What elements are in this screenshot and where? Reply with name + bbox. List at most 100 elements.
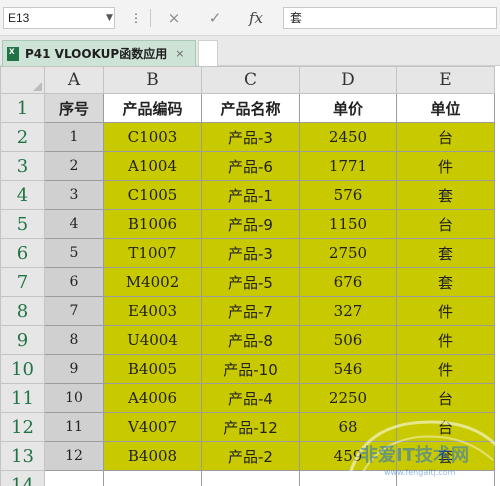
cell-name[interactable]: 产品-4 [201, 383, 300, 413]
cell-unit[interactable]: 套 [396, 267, 495, 297]
cell-name[interactable]: 产品-3 [201, 238, 300, 268]
row-header[interactable]: 1 [0, 93, 45, 123]
cell-seq[interactable]: 4 [44, 209, 104, 239]
cell-code[interactable]: V4007 [103, 412, 202, 442]
header-cell-seq[interactable]: 序号 [44, 93, 104, 123]
cell-code[interactable]: B1006 [103, 209, 202, 239]
row-header[interactable]: 13 [0, 441, 45, 471]
cell-seq[interactable]: 11 [44, 412, 104, 442]
cell-price[interactable]: 68 [299, 412, 397, 442]
close-icon[interactable]: × [175, 47, 184, 60]
insert-function-icon[interactable]: fx [243, 7, 269, 29]
cell-price[interactable]: 1771 [299, 151, 397, 181]
cell-seq[interactable]: 6 [44, 267, 104, 297]
cell-unit[interactable]: 台 [396, 122, 495, 152]
cell-unit[interactable]: 套 [396, 441, 495, 471]
cell-unit[interactable]: 套 [396, 238, 495, 268]
cell-name[interactable]: 产品-2 [201, 441, 300, 471]
more-options-icon[interactable]: ⋮ [129, 7, 143, 29]
cell-code[interactable]: U4004 [103, 325, 202, 355]
header-cell-price[interactable]: 单价 [299, 93, 397, 123]
row-header[interactable]: 6 [0, 238, 45, 268]
cell-name[interactable]: 产品-1 [201, 180, 300, 210]
cell-seq[interactable]: 12 [44, 441, 104, 471]
cell-seq[interactable]: 2 [44, 151, 104, 181]
cell-price[interactable]: 327 [299, 296, 397, 326]
tab-workbook[interactable]: P41 VLOOKUP函数应用 × [2, 40, 196, 66]
cell-seq[interactable]: 7 [44, 296, 104, 326]
empty-cell[interactable] [103, 470, 202, 486]
cell-name[interactable]: 产品-10 [201, 354, 300, 384]
column-header-c[interactable]: C [201, 66, 300, 94]
column-header-e[interactable]: E [396, 66, 495, 94]
cell-price[interactable]: 506 [299, 325, 397, 355]
cell-code[interactable]: C1003 [103, 122, 202, 152]
row-header[interactable]: 11 [0, 383, 45, 413]
confirm-icon[interactable]: ✓ [202, 7, 228, 29]
cell-seq[interactable]: 5 [44, 238, 104, 268]
cell-price[interactable]: 576 [299, 180, 397, 210]
cell-price[interactable]: 459 [299, 441, 397, 471]
cell-seq[interactable]: 9 [44, 354, 104, 384]
cell-seq[interactable]: 8 [44, 325, 104, 355]
header-cell-name[interactable]: 产品名称 [201, 93, 300, 123]
cell-seq[interactable]: 3 [44, 180, 104, 210]
empty-cell[interactable] [299, 470, 397, 486]
cell-seq[interactable]: 10 [44, 383, 104, 413]
column-header-b[interactable]: B [103, 66, 202, 94]
header-cell-unit[interactable]: 单位 [396, 93, 495, 123]
row-header[interactable]: 5 [0, 209, 45, 239]
row-header[interactable]: 10 [0, 354, 45, 384]
cell-price[interactable]: 676 [299, 267, 397, 297]
cell-unit[interactable]: 台 [396, 412, 495, 442]
cell-price[interactable]: 2750 [299, 238, 397, 268]
row-header[interactable]: 2 [0, 122, 45, 152]
row-header[interactable]: 14 [0, 470, 45, 486]
cell-code[interactable]: E4003 [103, 296, 202, 326]
cell-unit[interactable]: 件 [396, 296, 495, 326]
new-tab-button[interactable] [198, 40, 218, 66]
row-header[interactable]: 12 [0, 412, 45, 442]
cell-unit[interactable]: 套 [396, 180, 495, 210]
column-header-d[interactable]: D [299, 66, 397, 94]
cancel-icon[interactable]: × [161, 7, 187, 29]
cell-code[interactable]: M4002 [103, 267, 202, 297]
empty-cell[interactable] [201, 470, 300, 486]
cell-code[interactable]: C1005 [103, 180, 202, 210]
cell-name[interactable]: 产品-9 [201, 209, 300, 239]
chevron-down-icon[interactable]: ▼ [104, 7, 115, 29]
cell-price[interactable]: 1150 [299, 209, 397, 239]
cell-price[interactable]: 2250 [299, 383, 397, 413]
cell-unit[interactable]: 件 [396, 354, 495, 384]
column-header-a[interactable]: A [44, 66, 104, 94]
empty-cell[interactable] [396, 470, 495, 486]
cell-code[interactable]: A1004 [103, 151, 202, 181]
cell-name[interactable]: 产品-7 [201, 296, 300, 326]
cell-code[interactable]: A4006 [103, 383, 202, 413]
formula-input[interactable]: 套 [283, 7, 497, 29]
cell-code[interactable]: B4008 [103, 441, 202, 471]
row-header[interactable]: 7 [0, 267, 45, 297]
row-header[interactable]: 8 [0, 296, 45, 326]
cell-unit[interactable]: 件 [396, 151, 495, 181]
name-box[interactable]: E13 [3, 7, 115, 29]
cell-unit[interactable]: 台 [396, 383, 495, 413]
select-all-corner[interactable] [0, 66, 45, 94]
empty-cell[interactable] [44, 470, 104, 486]
cell-name[interactable]: 产品-3 [201, 122, 300, 152]
cell-name[interactable]: 产品-12 [201, 412, 300, 442]
cell-unit[interactable]: 件 [396, 325, 495, 355]
row-header[interactable]: 3 [0, 151, 45, 181]
cell-price[interactable]: 2450 [299, 122, 397, 152]
cell-name[interactable]: 产品-6 [201, 151, 300, 181]
row-header[interactable]: 4 [0, 180, 45, 210]
cell-price[interactable]: 546 [299, 354, 397, 384]
cell-code[interactable]: T1007 [103, 238, 202, 268]
cell-name[interactable]: 产品-8 [201, 325, 300, 355]
row-header[interactable]: 9 [0, 325, 45, 355]
cell-unit[interactable]: 台 [396, 209, 495, 239]
cell-seq[interactable]: 1 [44, 122, 104, 152]
cell-code[interactable]: B4005 [103, 354, 202, 384]
header-cell-code[interactable]: 产品编码 [103, 93, 202, 123]
cell-name[interactable]: 产品-5 [201, 267, 300, 297]
